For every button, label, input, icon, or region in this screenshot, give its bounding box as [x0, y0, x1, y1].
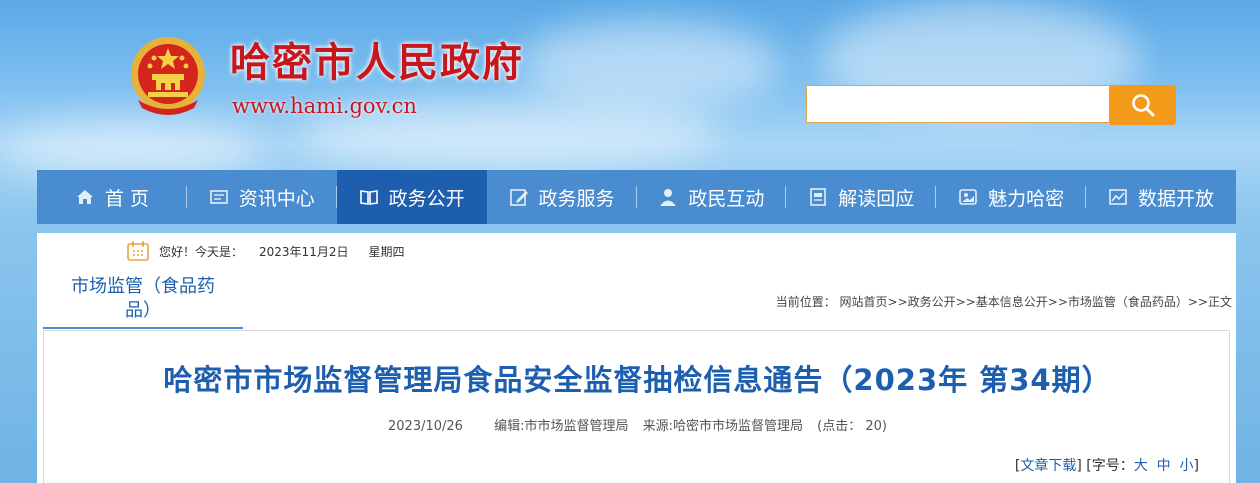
main-content: 您好！今天是： 2023年11月2日 星期四 市场监管（食品药 品） 当前位置：… [37, 233, 1236, 483]
site-header: 哈密市人民政府 www.hami.gov.cn [0, 0, 1260, 170]
font-medium-link[interactable]: 中 [1157, 458, 1171, 474]
breadcrumb-prefix: 当前位置： [775, 295, 836, 309]
national-emblem-icon[interactable] [128, 34, 208, 116]
article-container: 哈密市市场监督管理局食品安全监督抽检信息通告（2023年 第34期） 2023/… [43, 330, 1230, 483]
article-meta: 2023/10/26 编辑:市市场监督管理局 来源:哈密市市场监督管理局 (点击… [44, 415, 1231, 434]
download-link[interactable]: 文章下载 [1020, 458, 1076, 474]
chart-icon [1108, 187, 1128, 207]
article-editor: 编辑:市市场监督管理局 [494, 419, 629, 434]
font-small-link[interactable]: 小 [1180, 458, 1194, 474]
search-button[interactable] [1110, 85, 1176, 125]
column-tab-line2: 品） [125, 300, 161, 321]
article-title: 哈密市市场监督管理局食品安全监督抽检信息通告（2023年 第34期） [163, 363, 1112, 397]
breadcrumb-path[interactable]: 网站首页>>政务公开>>基本信息公开>>市场监管（食品药品）>>正文 [840, 295, 1232, 309]
breadcrumb: 当前位置： 网站首页>>政务公开>>基本信息公开>>市场监管（食品药品）>>正文 [776, 293, 1232, 310]
nav-label: 政民互动 [688, 187, 765, 210]
nav-item-services[interactable]: 政务服务 [487, 170, 637, 224]
nav-label: 资讯中心 [238, 187, 315, 210]
column-tab-line1: 市场监管（食品药 [71, 276, 215, 297]
nav-item-charm-hami[interactable]: 魅力哈密 [936, 170, 1087, 224]
greeting-text: 您好！今天是： [159, 244, 244, 259]
search-input[interactable] [806, 85, 1110, 123]
click-count: (点击： 20) [817, 419, 887, 434]
nav-label: 政务公开 [388, 187, 465, 210]
calendar-icon [127, 241, 149, 261]
landscape-icon [958, 187, 978, 207]
book-icon [359, 187, 379, 207]
article-tools: [文章下载] [字号：大 中 小] [1014, 458, 1199, 474]
font-size-label: 字号： [1091, 458, 1134, 474]
nav-item-news[interactable]: 资讯中心 [187, 170, 337, 224]
nav-item-interpretation[interactable]: 解读回应 [786, 170, 937, 224]
home-icon [75, 187, 95, 207]
site-title[interactable]: 哈密市人民政府 [230, 30, 524, 88]
nav-item-government-affairs[interactable]: 政务公开 [336, 170, 487, 224]
main-nav: 首 页 资讯中心 政务公开 政务服务 政民互动 解读回应 魅力哈密 数据开放 [37, 170, 1236, 224]
search-icon [1132, 94, 1155, 117]
nav-item-home[interactable]: 首 页 [37, 170, 187, 224]
nav-item-open-data[interactable]: 数据开放 [1086, 170, 1236, 224]
current-date: 2023年11月2日 [259, 244, 349, 259]
publish-date: 2023/10/26 [388, 419, 463, 434]
nav-item-interaction[interactable]: 政民互动 [637, 170, 787, 224]
greeting-bar: 您好！今天是： 2023年11月2日 星期四 [127, 241, 404, 261]
nav-label: 解读回应 [838, 187, 915, 210]
nav-label: 魅力哈密 [988, 187, 1065, 210]
current-weekday: 星期四 [368, 244, 405, 259]
font-large-link[interactable]: 大 [1134, 458, 1148, 474]
site-url[interactable]: www.hami.gov.cn [232, 94, 417, 118]
nav-label: 数据开放 [1138, 187, 1215, 210]
nav-label: 首 页 [104, 187, 149, 210]
news-icon [209, 187, 229, 207]
edit-icon [509, 187, 529, 207]
column-tab[interactable]: 市场监管（食品药 品） [43, 275, 243, 329]
user-icon [658, 187, 678, 207]
article-source: 来源:哈密市市场监督管理局 [642, 419, 804, 434]
document-icon [808, 187, 828, 207]
nav-label: 政务服务 [538, 187, 615, 210]
